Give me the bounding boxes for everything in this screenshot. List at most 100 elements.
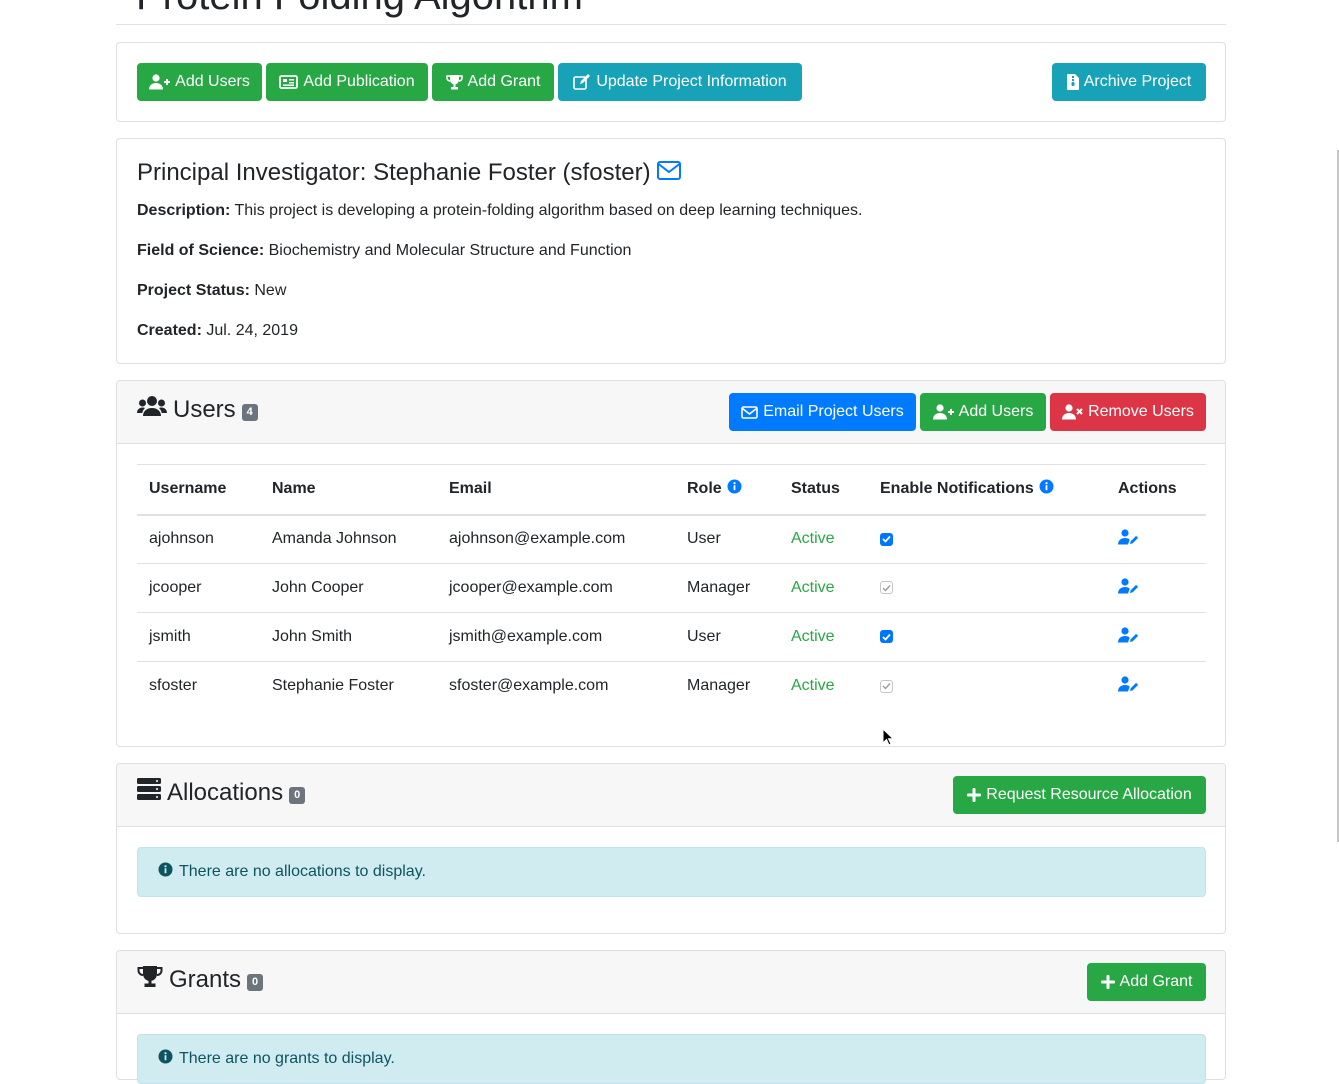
plus-icon — [1100, 975, 1115, 989]
notifications-checkbox[interactable] — [880, 532, 893, 546]
cell-role: Manager — [675, 563, 779, 613]
email-project-users-label: Email Project Users — [763, 403, 904, 420]
description-label: Description: — [137, 202, 231, 219]
table-row: jcooper John Cooper jcooper@example.com … — [137, 563, 1206, 613]
col-role-label: Role — [687, 480, 722, 498]
cell-notifications — [868, 515, 1106, 564]
cell-role: User — [675, 612, 779, 662]
user-times-icon — [1062, 404, 1083, 420]
notifications-checkbox-disabled — [880, 581, 893, 595]
grants-section-title: Grants 0 — [137, 965, 264, 994]
cell-email: sfoster@example.com — [437, 661, 675, 711]
add-publication-button[interactable]: Add Publication — [266, 63, 428, 101]
table-row: sfoster Stephanie Foster sfoster@example… — [137, 661, 1206, 711]
cell-username: jsmith — [137, 612, 260, 662]
col-notifications-label: Enable Notifications — [880, 480, 1034, 498]
grants-title: Grants — [169, 965, 242, 993]
request-resource-allocation-button[interactable]: Request Resource Allocation — [953, 776, 1206, 814]
cell-status: Active — [779, 612, 868, 662]
cell-notifications — [868, 612, 1106, 662]
info-circle-icon — [158, 1049, 173, 1069]
add-grant-button[interactable]: Add Grant — [432, 63, 554, 101]
col-actions: Actions — [1106, 464, 1206, 516]
col-email[interactable]: Email — [437, 464, 675, 516]
project-info-card: Principal Investigator: Stephanie Foster… — [116, 138, 1226, 364]
cell-status: Active — [779, 661, 868, 711]
envelope-icon — [741, 405, 759, 419]
users-table-header: Username Name Email Role Status Enable N… — [137, 464, 1206, 516]
add-publication-label: Add Publication — [303, 73, 415, 90]
users-card-header: Users 4 Email Project Users Add Users Re… — [117, 381, 1225, 444]
users-add-button[interactable]: Add Users — [920, 393, 1046, 431]
users-table: Username Name Email Role Status Enable N… — [137, 464, 1206, 711]
field-label: Field of Science: — [137, 242, 265, 259]
users-icon — [137, 395, 167, 424]
pi-heading-text: Principal Investigator: Stephanie Foster… — [137, 159, 651, 186]
cell-username: jcooper — [137, 563, 260, 613]
page-title-area: Protein Folding Algorithm — [116, 0, 1226, 25]
users-card: Users 4 Email Project Users Add Users Re… — [116, 380, 1226, 747]
col-notifications[interactable]: Enable Notifications — [868, 464, 1106, 516]
table-row: jsmith John Smith jsmith@example.com Use… — [137, 612, 1206, 662]
email-project-users-button[interactable]: Email Project Users — [729, 393, 916, 431]
cell-status: Active — [779, 563, 868, 613]
mouse-cursor-icon — [882, 727, 895, 751]
user-edit-icon[interactable] — [1118, 529, 1139, 549]
cell-email: jsmith@example.com — [437, 612, 675, 662]
info-icon[interactable] — [727, 479, 742, 499]
col-username[interactable]: Username — [137, 464, 260, 516]
server-icon — [137, 778, 161, 807]
table-row: ajohnson Amanda Johnson ajohnson@example… — [137, 515, 1206, 564]
archive-file-icon — [1066, 74, 1079, 90]
col-role[interactable]: Role — [675, 464, 779, 516]
allocations-section-title: Allocations 0 — [137, 778, 306, 807]
grants-add-label: Add Grant — [1119, 973, 1193, 990]
cell-name: Stephanie Foster — [260, 661, 437, 711]
users-title: Users — [173, 395, 236, 423]
description-value: This project is developing a protein-fol… — [230, 202, 863, 219]
field-of-science-line: Field of Science: Biochemistry and Molec… — [137, 242, 631, 260]
allocations-card-header: Allocations 0 Request Resource Allocatio… — [117, 764, 1225, 827]
user-plus-icon — [932, 404, 954, 420]
pi-heading: Principal Investigator: Stephanie Foster… — [137, 159, 681, 187]
add-users-button[interactable]: Add Users — [137, 63, 262, 101]
remove-users-button[interactable]: Remove Users — [1050, 393, 1206, 431]
created-value: Jul. 24, 2019 — [201, 322, 298, 339]
col-name[interactable]: Name — [260, 464, 437, 516]
plus-icon — [967, 788, 982, 802]
page-title: Protein Folding Algorithm — [136, 0, 583, 19]
info-icon[interactable] — [1039, 479, 1054, 499]
users-section-title: Users 4 — [137, 395, 258, 424]
envelope-icon[interactable] — [656, 159, 681, 187]
col-status[interactable]: Status — [779, 464, 868, 516]
cell-username: sfoster — [137, 661, 260, 711]
notifications-checkbox[interactable] — [880, 630, 893, 644]
cell-notifications — [868, 661, 1106, 711]
grants-count-badge: 0 — [247, 974, 264, 991]
allocations-card: Allocations 0 Request Resource Allocatio… — [116, 763, 1226, 934]
status-value: New — [249, 282, 287, 299]
grants-empty-message: There are no grants to display. — [179, 1050, 395, 1067]
add-grant-label: Add Grant — [467, 73, 541, 90]
request-resource-allocation-label: Request Resource Allocation — [986, 786, 1192, 803]
archive-project-button[interactable]: Archive Project — [1052, 63, 1206, 101]
grants-card-header: Grants 0 Add Grant — [117, 951, 1225, 1014]
trophy-icon — [445, 74, 463, 90]
trophy-icon — [137, 965, 163, 994]
cell-role: User — [687, 530, 721, 548]
project-toolbar: Add Users Add Publication Add Grant Upda… — [116, 42, 1226, 122]
cell-status: Active — [791, 530, 835, 548]
user-edit-icon[interactable] — [1118, 626, 1139, 647]
cell-notifications — [868, 563, 1106, 613]
user-edit-icon[interactable] — [1118, 676, 1139, 696]
grants-empty-alert: There are no grants to display. — [137, 1034, 1206, 1084]
update-project-button[interactable]: Update Project Information — [558, 63, 802, 101]
cell-username: ajohnson — [149, 530, 214, 548]
cell-email: ajohnson@example.com — [449, 530, 626, 548]
user-plus-icon — [149, 74, 171, 90]
user-edit-icon[interactable] — [1118, 577, 1139, 598]
users-add-label: Add Users — [958, 403, 1034, 420]
grants-add-button[interactable]: Add Grant — [1087, 963, 1206, 1001]
cell-actions — [1106, 661, 1206, 711]
cell-actions — [1106, 515, 1206, 564]
